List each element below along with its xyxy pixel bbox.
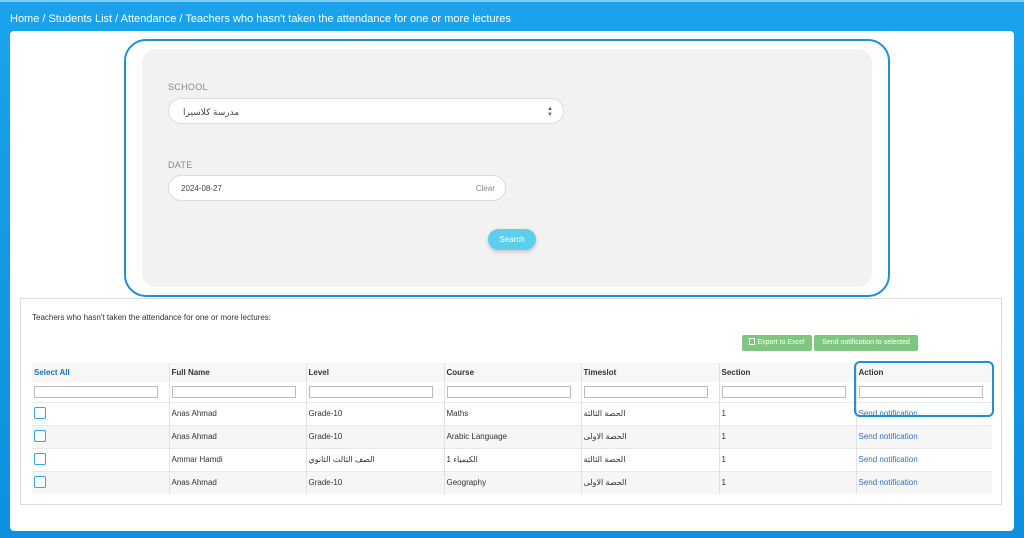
timeslot-header: Timeslot bbox=[581, 363, 720, 382]
row-checkbox[interactable] bbox=[34, 452, 46, 465]
send-notification-link[interactable]: Send notification bbox=[856, 470, 992, 494]
course-cell: الكيمياء 1 bbox=[444, 447, 582, 471]
row-checkbox-cell bbox=[32, 470, 170, 494]
row-checkbox-cell bbox=[32, 447, 170, 471]
breadcrumb-attendance[interactable]: Attendance bbox=[121, 13, 177, 25]
table-row: Anas Ahmad Grade-10 Arabic Language الحص… bbox=[32, 424, 992, 448]
full-name-header: Full Name bbox=[169, 363, 307, 382]
send-notification-link[interactable]: Send notification bbox=[856, 424, 992, 448]
send-notification-selected-button[interactable]: Send notification to selected bbox=[814, 335, 918, 351]
school-select-value: مدرسة كلاسيرا bbox=[183, 107, 240, 117]
timeslot-cell: الحصة الاولى bbox=[581, 424, 720, 448]
row-checkbox[interactable] bbox=[34, 475, 46, 488]
search-form: SCHOOL مدرسة كلاسيرا ▲ ▼ DATE 2024-08-27 … bbox=[142, 49, 872, 287]
timeslot-filter-input[interactable] bbox=[583, 385, 708, 398]
section-cell: 1 bbox=[719, 470, 857, 494]
export-excel-button[interactable]: Export to Excel bbox=[742, 335, 812, 351]
breadcrumb-home[interactable]: Home bbox=[10, 13, 39, 25]
filter-cell bbox=[719, 382, 857, 402]
name-cell: Anas Ahmad bbox=[169, 424, 307, 448]
timeslot-cell: الحصة الثالثة bbox=[581, 447, 720, 471]
course-cell: Arabic Language bbox=[444, 424, 582, 448]
top-bar: Home / Students List / Attendance / Teac… bbox=[0, 0, 1024, 30]
select-arrows-icon: ▲ ▼ bbox=[547, 106, 553, 118]
table-row: Ammar Hamdi الصف الثالث الثانوي الكيمياء… bbox=[32, 447, 992, 471]
row-checkbox-cell bbox=[32, 424, 170, 448]
row-checkbox[interactable] bbox=[34, 429, 46, 442]
excel-file-icon bbox=[749, 338, 756, 345]
level-cell: Grade-10 bbox=[306, 424, 445, 448]
name-cell: Anas Ahmad bbox=[169, 470, 307, 494]
results-title: Teachers who hasn't taken the attendance… bbox=[32, 313, 271, 322]
export-excel-label: Export to Excel bbox=[757, 339, 805, 346]
action-column-highlight bbox=[854, 361, 994, 417]
timeslot-cell: الحصة الثالثة bbox=[581, 401, 720, 425]
search-panel: SCHOOL مدرسة كلاسيرا ▲ ▼ DATE 2024-08-27 … bbox=[124, 39, 890, 297]
level-cell: Grade-10 bbox=[306, 470, 445, 494]
select-filter-input[interactable] bbox=[34, 385, 158, 398]
clear-date-button[interactable]: Clear bbox=[476, 184, 495, 193]
section-cell: 1 bbox=[719, 447, 857, 471]
teachers-table: Select All Full Name Level Course Timesl… bbox=[32, 363, 992, 494]
breadcrumb-students-list[interactable]: Students List bbox=[49, 13, 113, 25]
course-header: Course bbox=[444, 363, 582, 382]
level-cell: Grade-10 bbox=[306, 401, 445, 425]
row-checkbox[interactable] bbox=[34, 406, 46, 419]
level-header: Level bbox=[306, 363, 445, 382]
main-content: SCHOOL مدرسة كلاسيرا ▲ ▼ DATE 2024-08-27 … bbox=[10, 31, 1014, 531]
breadcrumb: Home / Students List / Attendance / Teac… bbox=[10, 13, 511, 25]
date-input[interactable]: 2024-08-27 Clear bbox=[168, 175, 506, 201]
section-cell: 1 bbox=[719, 424, 857, 448]
school-label: SCHOOL bbox=[168, 82, 208, 92]
filter-cell bbox=[581, 382, 720, 402]
school-select[interactable]: مدرسة كلاسيرا ▲ ▼ bbox=[168, 98, 564, 124]
breadcrumb-current: Teachers who hasn't taken the attendance… bbox=[185, 13, 511, 25]
row-checkbox-cell bbox=[32, 401, 170, 425]
section-header: Section bbox=[719, 363, 857, 382]
name-filter-input[interactable] bbox=[171, 385, 296, 398]
filter-row bbox=[32, 382, 992, 402]
course-cell: Geography bbox=[444, 470, 582, 494]
filter-cell bbox=[306, 382, 445, 402]
course-filter-input[interactable] bbox=[446, 385, 571, 398]
filter-cell bbox=[32, 382, 170, 402]
name-cell: Anas Ahmad bbox=[169, 401, 307, 425]
table-row: Anas Ahmad Grade-10 Maths الحصة الثالثة … bbox=[32, 401, 992, 425]
select-all-header[interactable]: Select All bbox=[32, 363, 170, 382]
search-button[interactable]: Search bbox=[488, 229, 536, 250]
date-value: 2024-08-27 bbox=[181, 184, 222, 193]
send-notification-link[interactable]: Send notification bbox=[856, 447, 992, 471]
filter-cell bbox=[169, 382, 307, 402]
level-filter-input[interactable] bbox=[308, 385, 433, 398]
section-filter-input[interactable] bbox=[721, 385, 846, 398]
name-cell: Ammar Hamdi bbox=[169, 447, 307, 471]
timeslot-cell: الحصة الاولى bbox=[581, 470, 720, 494]
filter-cell bbox=[444, 382, 582, 402]
table-row: Anas Ahmad Grade-10 Geography الحصة الاو… bbox=[32, 470, 992, 494]
table-header-row: Select All Full Name Level Course Timesl… bbox=[32, 363, 992, 382]
section-cell: 1 bbox=[719, 401, 857, 425]
date-label: DATE bbox=[168, 160, 193, 170]
level-cell: الصف الثالث الثانوي bbox=[306, 447, 445, 471]
course-cell: Maths bbox=[444, 401, 582, 425]
